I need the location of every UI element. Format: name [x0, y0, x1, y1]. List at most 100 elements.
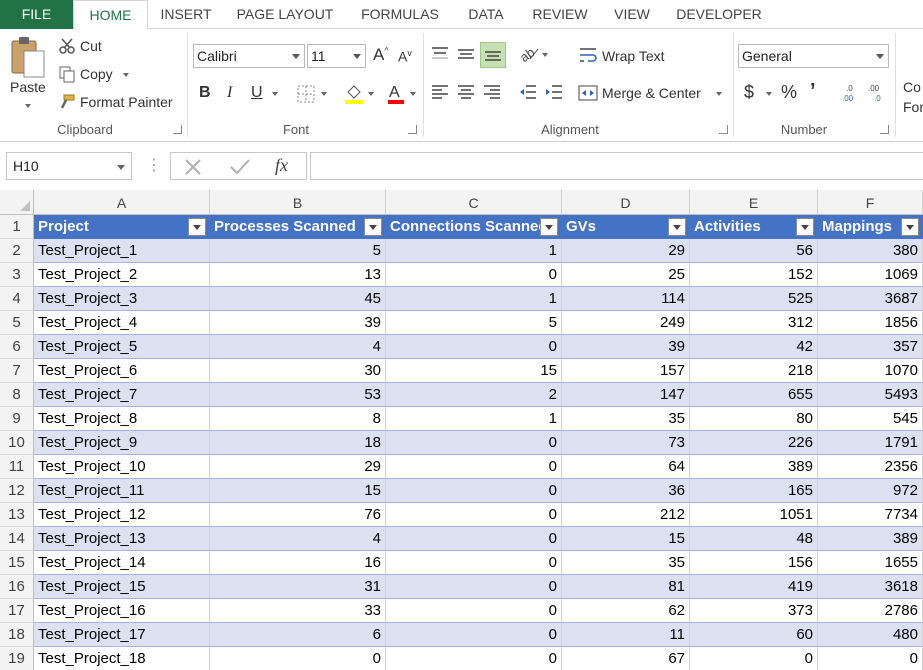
table-cell[interactable]: 39 — [210, 311, 386, 335]
paste-label[interactable]: Paste — [10, 79, 46, 95]
table-cell[interactable]: 64 — [562, 455, 690, 479]
fill-color-icon[interactable] — [343, 82, 365, 107]
merge-center-icon[interactable] — [578, 84, 598, 105]
cut-button[interactable]: Cut — [80, 38, 102, 54]
table-cell[interactable]: 0 — [818, 647, 923, 670]
table-cell[interactable]: 1069 — [818, 263, 923, 287]
decrease-font-icon[interactable]: Av — [398, 48, 412, 65]
row-header[interactable]: 7 — [0, 359, 34, 383]
table-cell[interactable]: 2 — [386, 383, 562, 407]
table-cell[interactable]: 13 — [210, 263, 386, 287]
table-cell[interactable]: 2786 — [818, 599, 923, 623]
table-cell[interactable]: 3687 — [818, 287, 923, 311]
formula-bar-grip-icon[interactable]: ⋮ — [146, 155, 162, 175]
column-header-c[interactable]: C — [386, 190, 562, 215]
font-color-icon[interactable]: A — [386, 82, 406, 107]
table-cell[interactable]: 1051 — [690, 503, 818, 527]
underline-button[interactable]: U — [251, 84, 263, 102]
row-header[interactable]: 8 — [0, 383, 34, 407]
table-cell[interactable]: Test_Project_15 — [34, 575, 210, 599]
table-cell[interactable]: 0 — [386, 527, 562, 551]
table-header-cell[interactable]: Project — [34, 215, 210, 239]
table-cell[interactable]: 249 — [562, 311, 690, 335]
row-header[interactable]: 9 — [0, 407, 34, 431]
table-cell[interactable]: Test_Project_9 — [34, 431, 210, 455]
tab-insert[interactable]: INSERT — [150, 0, 222, 29]
table-cell[interactable]: 36 — [562, 479, 690, 503]
fill-color-dropdown-icon[interactable] — [368, 92, 374, 96]
formula-input[interactable] — [310, 152, 923, 180]
table-cell[interactable]: 53 — [210, 383, 386, 407]
align-bottom-button[interactable] — [480, 42, 506, 68]
table-cell[interactable]: 1 — [386, 239, 562, 263]
align-middle-icon[interactable] — [456, 45, 476, 66]
row-header[interactable]: 16 — [0, 575, 34, 599]
filter-dropdown-icon[interactable] — [188, 218, 206, 236]
table-cell[interactable]: 67 — [562, 647, 690, 670]
decrease-decimal-icon[interactable]: .00.0 — [866, 82, 888, 107]
table-cell[interactable]: 1 — [386, 407, 562, 431]
table-cell[interactable]: 62 — [562, 599, 690, 623]
row-header[interactable]: 12 — [0, 479, 34, 503]
decrease-indent-icon[interactable] — [518, 84, 538, 103]
row-header[interactable]: 10 — [0, 431, 34, 455]
number-launcher-icon[interactable] — [880, 125, 889, 134]
table-cell[interactable]: 0 — [386, 575, 562, 599]
row-header[interactable]: 15 — [0, 551, 34, 575]
table-cell[interactable]: 357 — [818, 335, 923, 359]
table-cell[interactable]: 312 — [690, 311, 818, 335]
table-cell[interactable]: 0 — [386, 503, 562, 527]
table-cell[interactable]: Test_Project_5 — [34, 335, 210, 359]
table-cell[interactable]: 8 — [210, 407, 386, 431]
cancel-icon[interactable] — [183, 157, 203, 180]
table-cell[interactable]: 0 — [386, 335, 562, 359]
table-cell[interactable]: 4 — [210, 335, 386, 359]
table-cell[interactable]: Test_Project_11 — [34, 479, 210, 503]
table-cell[interactable]: 389 — [690, 455, 818, 479]
wrap-text-button[interactable]: Wrap Text — [602, 48, 665, 64]
table-cell[interactable]: 1655 — [818, 551, 923, 575]
row-header[interactable]: 1 — [0, 215, 34, 239]
table-cell[interactable]: 29 — [210, 455, 386, 479]
table-cell[interactable]: 7734 — [818, 503, 923, 527]
table-cell[interactable]: 525 — [690, 287, 818, 311]
table-cell[interactable]: 0 — [386, 455, 562, 479]
table-cell[interactable]: 30 — [210, 359, 386, 383]
paste-dropdown-icon[interactable] — [25, 104, 31, 108]
column-header-a[interactable]: A — [34, 190, 210, 215]
format-painter-icon[interactable] — [58, 93, 76, 114]
table-cell[interactable]: 6 — [210, 623, 386, 647]
filter-dropdown-icon[interactable] — [364, 218, 382, 236]
table-cell[interactable]: 39 — [562, 335, 690, 359]
increase-font-icon[interactable]: A^ — [373, 45, 389, 65]
copy-icon[interactable] — [58, 65, 76, 86]
clipboard-launcher-icon[interactable] — [173, 125, 182, 134]
cut-icon[interactable] — [58, 37, 76, 58]
column-header-d[interactable]: D — [562, 190, 690, 215]
font-launcher-icon[interactable] — [408, 125, 417, 134]
font-name-select[interactable]: Calibri — [193, 44, 305, 68]
font-color-dropdown-icon[interactable] — [410, 92, 416, 96]
table-cell[interactable]: 2356 — [818, 455, 923, 479]
table-cell[interactable]: 114 — [562, 287, 690, 311]
underline-dropdown-icon[interactable] — [272, 92, 278, 96]
table-cell[interactable]: Test_Project_2 — [34, 263, 210, 287]
table-cell[interactable]: 1856 — [818, 311, 923, 335]
table-cell[interactable]: 480 — [818, 623, 923, 647]
table-cell[interactable]: 226 — [690, 431, 818, 455]
table-cell[interactable]: 3618 — [818, 575, 923, 599]
table-cell[interactable]: Test_Project_6 — [34, 359, 210, 383]
currency-button[interactable]: $ — [744, 82, 754, 103]
copy-dropdown-icon[interactable] — [123, 73, 129, 77]
row-header[interactable]: 19 — [0, 647, 34, 670]
table-cell[interactable]: 157 — [562, 359, 690, 383]
table-cell[interactable]: Test_Project_7 — [34, 383, 210, 407]
table-cell[interactable]: 73 — [562, 431, 690, 455]
table-cell[interactable]: 147 — [562, 383, 690, 407]
table-cell[interactable]: 11 — [562, 623, 690, 647]
bold-button[interactable]: B — [199, 84, 211, 102]
tab-view[interactable]: VIEW — [604, 0, 660, 29]
row-header[interactable]: 11 — [0, 455, 34, 479]
table-cell[interactable]: 545 — [818, 407, 923, 431]
format-painter-button[interactable]: Format Painter — [80, 94, 173, 110]
